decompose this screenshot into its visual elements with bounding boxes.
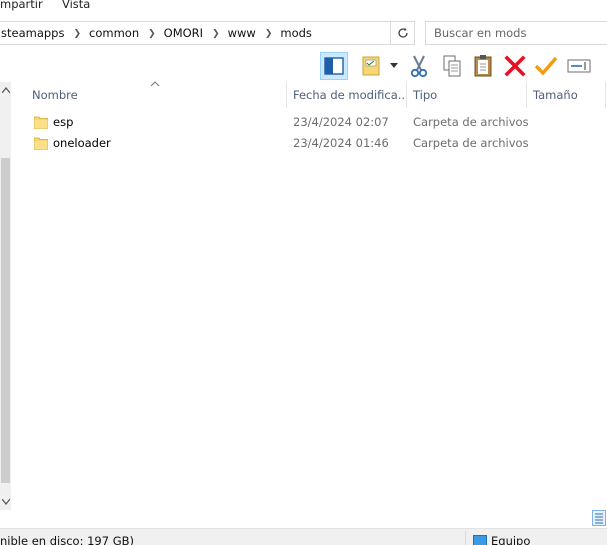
column-header-date[interactable]: Fecha de modifica... xyxy=(293,82,405,108)
computer-icon xyxy=(473,535,487,545)
copy-icon xyxy=(443,55,461,77)
address-row: steamapps ❯ common ❯ OMORI ❯ www ❯ mods xyxy=(0,18,607,48)
checkmark-icon xyxy=(534,56,558,76)
properties-dropdown[interactable] xyxy=(386,52,402,80)
tab-vista[interactable]: Vista xyxy=(62,0,90,11)
tab-compartir[interactable]: mpartir xyxy=(0,0,43,11)
breadcrumb-common[interactable]: common xyxy=(89,26,139,40)
disk-space-status: nible en disco: 197 GB) xyxy=(0,534,134,545)
breadcrumb-omori[interactable]: OMORI xyxy=(164,26,203,40)
preview-pane-button[interactable] xyxy=(320,52,348,80)
address-bar[interactable]: steamapps ❯ common ❯ OMORI ❯ www ❯ mods xyxy=(0,21,391,45)
column-header-type[interactable]: Tipo xyxy=(413,82,523,108)
file-name: oneloader xyxy=(53,136,111,150)
file-row[interactable]: esp 23/4/2024 02:07 Carpeta de archivos xyxy=(11,112,607,133)
breadcrumb-steamapps[interactable]: steamapps xyxy=(1,26,64,40)
column-header-name[interactable]: Nombre xyxy=(32,82,284,108)
refresh-icon xyxy=(397,27,408,38)
check-button[interactable] xyxy=(532,52,560,80)
ribbon-tab-strip: mpartir Vista xyxy=(0,0,607,16)
rename-icon xyxy=(567,59,591,73)
scissors-icon xyxy=(410,55,428,78)
location-label: Equipo xyxy=(491,534,531,545)
search-box xyxy=(425,21,607,45)
chevron-right-icon[interactable]: ❯ xyxy=(212,29,220,39)
details-view-toggle[interactable] xyxy=(592,510,606,526)
scrollbar-thumb[interactable] xyxy=(1,158,10,483)
breadcrumb-www[interactable]: www xyxy=(228,26,256,40)
properties-icon xyxy=(362,56,380,76)
copy-button[interactable] xyxy=(438,52,466,80)
quick-toolbar xyxy=(0,50,607,82)
delete-x-icon xyxy=(504,55,526,77)
chevron-right-icon[interactable]: ❯ xyxy=(148,29,156,39)
vertical-scrollbar[interactable] xyxy=(0,82,11,510)
column-divider[interactable] xyxy=(605,82,606,108)
scroll-down-arrow-icon[interactable] xyxy=(0,494,11,510)
column-divider[interactable] xyxy=(406,82,407,108)
status-divider xyxy=(465,531,466,545)
breadcrumb: steamapps ❯ common ❯ OMORI ❯ www ❯ mods xyxy=(1,26,312,40)
file-name: esp xyxy=(53,115,74,129)
breadcrumb-mods[interactable]: mods xyxy=(280,26,312,40)
cut-button[interactable] xyxy=(405,52,433,80)
column-divider[interactable] xyxy=(526,82,527,108)
chevron-right-icon[interactable]: ❯ xyxy=(73,29,81,39)
column-header-size[interactable]: Tamaño xyxy=(533,82,603,108)
search-input[interactable] xyxy=(426,22,607,44)
refresh-button[interactable] xyxy=(391,21,415,45)
chevron-right-icon[interactable]: ❯ xyxy=(265,29,273,39)
properties-button[interactable] xyxy=(357,52,385,80)
dropdown-arrow-icon xyxy=(390,63,398,68)
file-date: 23/4/2024 02:07 xyxy=(293,115,389,129)
preview-pane-icon xyxy=(324,57,344,75)
file-type: Carpeta de archivos xyxy=(413,136,529,150)
details-view-icon xyxy=(595,513,603,524)
column-divider[interactable] xyxy=(286,82,287,108)
location-status: Equipo xyxy=(473,534,530,545)
status-bar: nible en disco: 197 GB) Equipo xyxy=(0,528,607,545)
file-row[interactable]: oneloader 23/4/2024 01:46 Carpeta de arc… xyxy=(11,133,607,154)
scroll-up-arrow-icon[interactable] xyxy=(0,82,11,98)
file-date: 23/4/2024 01:46 xyxy=(293,136,389,150)
paste-button[interactable] xyxy=(469,52,497,80)
delete-button[interactable] xyxy=(501,52,529,80)
rename-button[interactable] xyxy=(565,52,593,80)
folder-icon xyxy=(34,137,48,150)
folder-icon xyxy=(34,116,48,129)
clipboard-icon xyxy=(474,55,492,77)
file-type: Carpeta de archivos xyxy=(413,115,529,129)
